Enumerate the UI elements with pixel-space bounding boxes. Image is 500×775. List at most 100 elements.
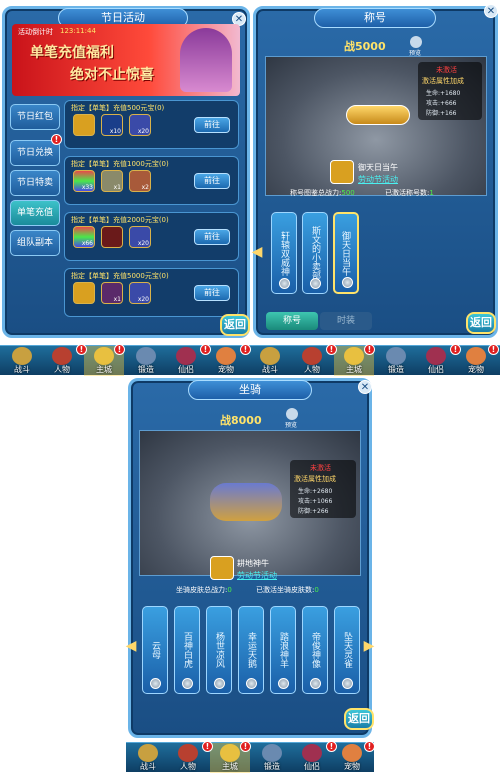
- arrow-left-icon[interactable]: ◀: [124, 636, 138, 656]
- nav-battle[interactable]: 战斗: [2, 346, 42, 376]
- reward-item[interactable]: x66: [73, 226, 95, 248]
- tab-fashion[interactable]: 时装: [320, 312, 372, 330]
- orb-icon: [150, 678, 161, 689]
- pet-icon: [216, 347, 236, 365]
- stat-def: 防御:+166: [426, 110, 457, 117]
- title-source[interactable]: 劳动节活动: [358, 174, 398, 185]
- reward-item[interactable]: [73, 282, 95, 304]
- anvil-icon: [136, 347, 156, 365]
- alert-badge-icon: !: [200, 344, 211, 355]
- city-icon: [220, 744, 240, 762]
- title-panel-title: 称号: [314, 8, 436, 28]
- title-total-power: 称号图鉴总战力:500: [290, 189, 355, 197]
- title-emblem: [346, 105, 410, 125]
- mount-panel-title: 坐骑: [188, 380, 312, 400]
- title-card-selected[interactable]: 御天日当午: [333, 212, 359, 294]
- goto-button[interactable]: 前往: [194, 229, 230, 245]
- goto-button[interactable]: 前往: [194, 285, 230, 301]
- orb-icon: [342, 678, 353, 689]
- mount-name: 耕地神牛: [237, 559, 269, 568]
- reward-item[interactable]: [101, 226, 123, 248]
- alert-badge-icon: !: [364, 741, 375, 752]
- banner-line1: 单笔充值福利: [30, 45, 114, 61]
- reward-item[interactable]: x1: [101, 282, 123, 304]
- mount-card[interactable]: 百神白虎: [174, 606, 200, 694]
- city-icon: [94, 347, 114, 365]
- close-icon[interactable]: ✕: [358, 380, 372, 394]
- mount-card[interactable]: 帝俊神像: [302, 606, 328, 694]
- stats-box: 未激活 激活属性加成 生命:+1680 攻击:+666 防御:+166: [418, 62, 482, 120]
- mount-card[interactable]: 踏浪神羊: [270, 606, 296, 694]
- anvil-icon: [386, 347, 406, 365]
- reward-item[interactable]: x10: [101, 114, 123, 136]
- goto-button[interactable]: 前往: [194, 117, 230, 133]
- pet-icon: [466, 347, 486, 365]
- title-card[interactable]: 斯文的小卖部: [302, 212, 328, 294]
- reward-item[interactable]: x20: [129, 114, 151, 136]
- city-icon: [344, 347, 364, 365]
- orb-icon: [310, 678, 321, 689]
- nav-battle[interactable]: 战斗: [250, 346, 290, 376]
- reward-row: 指定【单笔】充值2000元宝(0) x66 x20 前往: [64, 212, 239, 261]
- reward-row-title: 指定【单笔】充值500元宝(0): [71, 104, 165, 112]
- mount-card[interactable]: 云母: [142, 606, 168, 694]
- title-name: 御天日当午: [358, 163, 398, 172]
- stat-atk: 攻击:+666: [426, 100, 457, 107]
- pet-icon: [342, 744, 362, 762]
- avatar-icon: [178, 744, 198, 762]
- goto-button[interactable]: 前往: [194, 173, 230, 189]
- alert-badge-icon: !: [488, 344, 499, 355]
- avatar-icon: [52, 347, 72, 365]
- reward-row: 指定【单笔】充值500元宝(0) x10 x20 前往: [64, 100, 239, 149]
- mount-icon: [210, 556, 234, 580]
- banner-line2: 绝对不止惊喜: [70, 67, 154, 83]
- reward-row-title: 指定【单笔】充值5000元宝(0): [71, 272, 169, 280]
- mount-card[interactable]: 杨世凉风: [206, 606, 232, 694]
- countdown-label: 活动倒计时: [18, 28, 53, 36]
- preview-icon[interactable]: [410, 36, 422, 48]
- reward-item[interactable]: x20: [129, 226, 151, 248]
- reward-item[interactable]: x33: [73, 170, 95, 192]
- tab-single-recharge[interactable]: 单笔充值: [10, 200, 60, 226]
- title-card[interactable]: 轩辕双威神: [271, 212, 297, 294]
- festival-banner: 活动倒计时 123:11:44 单笔充值福利 绝对不止惊喜: [12, 24, 240, 96]
- sword-icon: [260, 347, 280, 365]
- mount-card[interactable]: 幸运天鹅: [238, 606, 264, 694]
- arrow-right-icon[interactable]: ▶: [362, 636, 376, 656]
- nav-forge[interactable]: 锻造: [376, 346, 416, 376]
- orb-icon: [310, 278, 321, 289]
- reward-item[interactable]: x1: [101, 170, 123, 192]
- reward-item[interactable]: x20: [129, 282, 151, 304]
- character-portrait: [180, 28, 232, 92]
- nav-forge[interactable]: 锻造: [252, 743, 292, 773]
- back-button[interactable]: 返回: [466, 312, 496, 334]
- nav-battle[interactable]: 战斗: [128, 743, 168, 773]
- reward-row: 指定【单笔】充值5000元宝(0) x1 x20 前往: [64, 268, 239, 317]
- arrow-left-icon[interactable]: ◀: [250, 242, 264, 262]
- tab-title[interactable]: 称号: [266, 312, 318, 330]
- back-button[interactable]: 返回: [344, 708, 374, 730]
- stat-hp: 生命:+1680: [426, 90, 461, 97]
- mount-total-power: 坐骑皮肤总战力:0: [176, 586, 232, 594]
- preview-icon[interactable]: [286, 408, 298, 420]
- nav-forge[interactable]: 锻造: [126, 346, 166, 376]
- back-button[interactable]: 返回: [220, 314, 250, 336]
- anvil-icon: [262, 744, 282, 762]
- orb-icon: [246, 678, 257, 689]
- power-label: 战8000: [220, 414, 262, 427]
- close-icon[interactable]: ✕: [484, 4, 498, 18]
- reward-item[interactable]: x2: [129, 170, 151, 192]
- orb-icon: [182, 678, 193, 689]
- sword-icon: [138, 744, 158, 762]
- tab-team-dungeon[interactable]: 组队副本: [10, 230, 60, 256]
- alert-badge-icon: !: [114, 344, 125, 355]
- reward-item[interactable]: [73, 114, 95, 136]
- alert-badge-icon: !: [326, 741, 337, 752]
- orb-icon: [342, 277, 353, 288]
- orb-icon: [214, 678, 225, 689]
- mount-card[interactable]: 坠天灵雀: [334, 606, 360, 694]
- mount-source[interactable]: 劳动节活动: [237, 570, 277, 581]
- tab-festival-sale[interactable]: 节日特卖: [10, 170, 60, 196]
- tab-festival-redpacket[interactable]: 节日红包: [10, 104, 60, 130]
- avatar-icon: [302, 347, 322, 365]
